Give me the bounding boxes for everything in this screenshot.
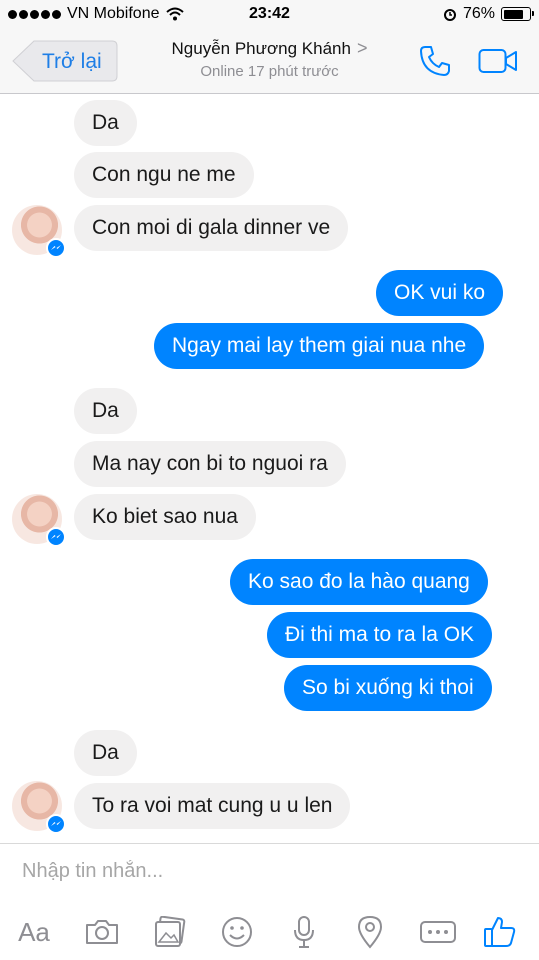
navigation-bar: Trở lại Nguyễn Phương Khánh > Online 17 p… — [0, 30, 539, 94]
message-bubble-incoming[interactable]: To ra voi mat cung u u len — [74, 783, 351, 829]
alarm-icon — [443, 9, 456, 21]
back-button[interactable]: Trở lại — [12, 40, 118, 82]
messenger-badge-icon — [46, 527, 66, 547]
status-bar: VN Mobifone 23:42 76% — [0, 0, 539, 30]
message-bubble-incoming[interactable]: Da — [74, 100, 137, 146]
composer: Aa — [0, 843, 539, 960]
contact-name: Nguyễn Phương Khánh — [171, 39, 351, 58]
text-format-icon: Aa — [18, 916, 50, 947]
message-bubble-outgoing[interactable]: OK vui ko — [376, 270, 504, 316]
text-format-button[interactable]: Aa — [14, 914, 54, 950]
avatar[interactable] — [12, 781, 66, 834]
location-pin-icon — [357, 915, 383, 949]
video-call-icon[interactable] — [478, 48, 518, 74]
message-thread[interactable]: Da Con ngu ne me Con moi di gala dinner … — [0, 95, 539, 840]
thumbs-up-icon — [484, 917, 516, 947]
status-right: 76% — [443, 5, 534, 23]
composer-toolbar: Aa — [0, 914, 539, 954]
more-button[interactable] — [418, 914, 458, 950]
message-bubble-outgoing[interactable]: So bi xuống ki thoi — [284, 665, 492, 711]
message-bubble-incoming[interactable]: Da — [74, 730, 137, 776]
message-bubble-incoming[interactable]: Con ngu ne me — [74, 152, 254, 198]
more-options-icon — [420, 921, 456, 943]
message-bubble-incoming[interactable]: Ma nay con bi to nguoi ra — [74, 441, 346, 487]
phone-call-icon[interactable] — [418, 44, 452, 78]
emoji-button[interactable] — [217, 914, 257, 950]
like-button[interactable] — [480, 914, 520, 950]
message-input[interactable] — [22, 860, 502, 883]
microphone-icon — [294, 916, 314, 948]
messenger-badge-icon — [46, 814, 66, 834]
messenger-badge-icon — [46, 238, 66, 258]
message-bubble-outgoing[interactable]: Ngay mai lay them giai nua nhe — [154, 323, 485, 369]
photos-button[interactable] — [150, 914, 190, 950]
back-label: Trở lại — [42, 50, 102, 73]
message-bubble-incoming[interactable]: Ko biet sao nua — [74, 494, 256, 540]
message-bubble-outgoing[interactable]: Đi thi ma to ra la OK — [267, 612, 493, 658]
camera-icon — [86, 920, 118, 944]
battery-icon — [501, 7, 534, 21]
camera-button[interactable] — [82, 914, 122, 950]
location-button[interactable] — [350, 914, 390, 950]
avatar[interactable] — [12, 205, 66, 258]
message-bubble-incoming[interactable]: Da — [74, 388, 137, 434]
photos-icon — [155, 916, 186, 947]
battery-percentage: 76% — [462, 5, 495, 22]
message-bubble-incoming[interactable]: Con moi di gala dinner ve — [74, 205, 349, 251]
chevron-right-icon: > — [356, 38, 368, 58]
battery-level — [503, 9, 523, 19]
microphone-button[interactable] — [284, 914, 324, 950]
emoji-icon — [222, 917, 252, 947]
avatar[interactable] — [12, 494, 66, 547]
contact-header[interactable]: Nguyễn Phương Khánh > Online 17 phút trướ… — [130, 38, 409, 80]
message-bubble-outgoing[interactable]: Ko sao đo la hào quang — [230, 559, 488, 605]
contact-status: Online 17 phút trước — [200, 63, 339, 80]
